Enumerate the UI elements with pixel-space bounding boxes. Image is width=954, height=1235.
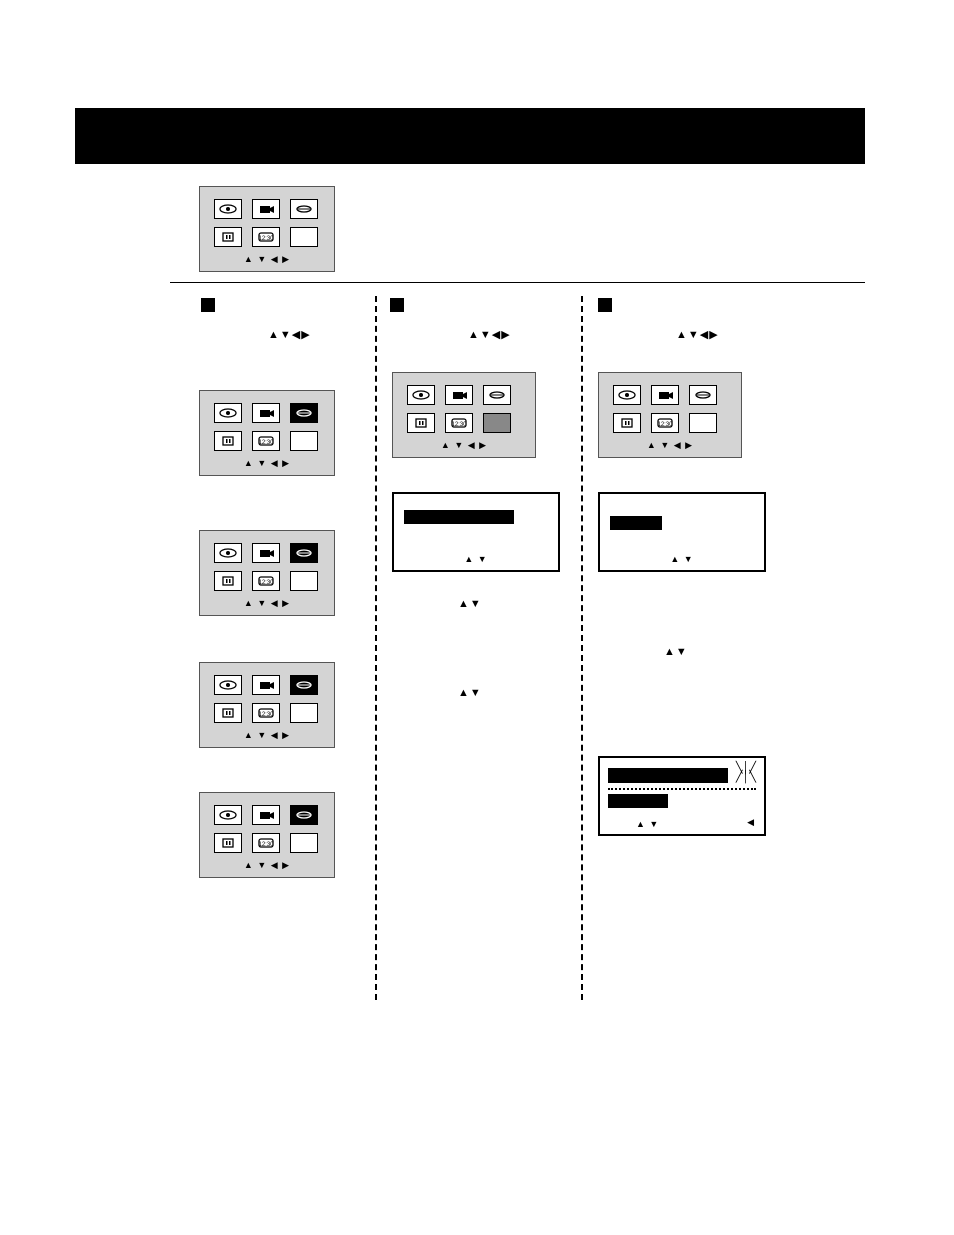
dotted-divider [608,788,756,790]
nav-arrows: ▲ ▼ ◀ ▶ [393,440,535,451]
svg-text:12:30: 12:30 [258,440,274,446]
redacted-line [608,768,728,783]
flash-indicator: ╲│╱╱│╲ [736,764,756,782]
nav-arrows: ▲ ▼ ◀ ▶ [200,254,334,265]
arrow-glyphs: ▲▼◀▶ [268,328,311,341]
arrow-glyphs: ▲▼ [664,646,688,658]
arrow-glyphs: ▲▼◀▶ [676,328,719,341]
arrow-glyphs: ▲▼◀▶ [468,328,511,341]
svg-text:12:30: 12:30 [258,712,274,718]
eye-icon [214,199,242,219]
nav-arrows: ▲ ▼ ◀ ▶ [200,730,334,741]
blank-icon [290,431,318,451]
menu-panel: 12:30 ▲ ▼ ◀ ▶ [199,530,335,616]
nav-arrows: ▲ ▼ ◀ ▶ [200,860,334,871]
nav-arrows: ▲ ▼ ◀ ▶ [200,458,334,469]
header-bar [75,108,865,164]
sub-screen: ▲ ▼ [392,492,560,572]
plug-icon [214,227,242,247]
section-marker [201,298,215,312]
lips-icon [290,403,318,423]
svg-text:12:30: 12:30 [258,842,274,848]
camera-icon [252,199,280,219]
arrow-glyphs: ▲▼ [458,598,482,610]
menu-panel: 12:30 ▲ ▼ ◀ ▶ [598,372,742,458]
clock-icon: 12:30 [252,227,280,247]
nav-arrows: ▲ ▼ [636,819,659,829]
column-divider [581,296,583,1000]
nav-arrows: ▲ ▼ ◀ ▶ [599,440,741,451]
blank-icon [290,227,318,247]
divider [170,282,865,283]
icon-row: 12:30 [214,227,318,247]
svg-text:12:30: 12:30 [451,422,467,428]
nav-arrows: ▲ ▼ [600,554,764,564]
menu-panel: 12:30 ▲ ▼ ◀ ▶ [199,662,335,748]
sub-screen: ▲ ▼ [598,492,766,572]
column-divider [375,296,377,1000]
camera-icon [252,403,280,423]
svg-text:12:30: 12:30 [258,580,274,586]
menu-panel: 12:30 ▲ ▼ ◀ ▶ [199,792,335,878]
clock-icon: 12:30 [252,431,280,451]
redacted-line [404,510,514,524]
menu-panel: 12:30 ▲ ▼ ◀ ▶ [392,372,536,458]
redacted-line [610,516,662,530]
nav-arrows: ▲ ▼ [394,554,558,564]
clock-set-screen: ╲│╱╱│╲ ▲ ▼ ◀ [598,756,766,836]
svg-text:12:30: 12:30 [258,236,274,242]
section-marker [390,298,404,312]
plug-icon [214,431,242,451]
page: 12:30 ▲ ▼ ◀ ▶ ▲▼◀▶ ▲▼◀▶ ▲▼◀▶ ▲▼ ▲▼ ▲▼ 12… [0,0,954,1235]
svg-text:12:30: 12:30 [657,422,673,428]
menu-panel-main: 12:30 ▲ ▼ ◀ ▶ [199,186,335,272]
eye-icon [214,403,242,423]
redacted-line [608,794,668,808]
section-marker [598,298,612,312]
menu-panel: 12:30 ▲ ▼ ◀ ▶ [199,390,335,476]
arrow-glyphs: ▲▼ [458,687,482,699]
lips-icon [290,199,318,219]
nav-arrows: ▲ ▼ ◀ ▶ [200,598,334,609]
icon-row [214,199,318,219]
left-arrow: ◀ [747,817,754,828]
